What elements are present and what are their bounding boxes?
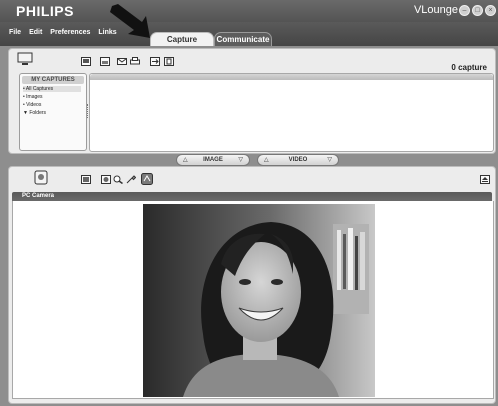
triangle-up-icon: △ — [264, 157, 269, 163]
captures-area-header — [90, 74, 493, 80]
sidebar-title: MY CAPTURES — [22, 76, 84, 84]
menu-edit[interactable]: Edit — [29, 29, 42, 36]
minimize-icon[interactable]: – — [459, 5, 470, 16]
tab-communicate[interactable]: Communicate — [214, 32, 272, 46]
maximize-icon[interactable]: □ — [472, 5, 483, 16]
eject-icon[interactable] — [480, 175, 490, 184]
sidebar-item-videos[interactable]: • Videos — [23, 102, 41, 108]
export-icon[interactable] — [150, 57, 160, 66]
sidebar-item-images[interactable]: • Images — [23, 94, 43, 100]
zoom-icon[interactable] — [113, 175, 123, 184]
sidebar-item-folders[interactable]: ▼ Folders — [23, 110, 46, 116]
effects-icon[interactable] — [141, 173, 153, 185]
monitor-icon[interactable] — [17, 52, 33, 66]
image-capture-icon[interactable] — [81, 57, 91, 66]
captures-area — [89, 73, 494, 152]
menu-file[interactable]: File — [9, 29, 21, 36]
trash-icon[interactable] — [164, 57, 174, 66]
triangle-down-icon: ▽ — [327, 157, 332, 163]
snapshot-icon[interactable] — [81, 175, 91, 184]
tab-capture[interactable]: Capture — [150, 32, 214, 46]
camera-title-bar: PC Camera — [12, 192, 492, 201]
menu-preferences[interactable]: Preferences — [50, 29, 90, 36]
image-mode-button[interactable]: △ IMAGE ▽ — [176, 154, 250, 166]
capture-count: 0 capture — [451, 63, 487, 72]
settings-icon[interactable] — [126, 175, 136, 184]
video-mode-button[interactable]: △ VIDEO ▽ — [257, 154, 339, 166]
mode-divider: △ IMAGE ▽ △ VIDEO ▽ — [0, 154, 498, 166]
captures-panel: 0 capture MY CAPTURES • All Captures • I… — [8, 48, 496, 154]
photo-icon[interactable] — [101, 175, 111, 184]
camera-viewport — [12, 201, 494, 399]
save-icon[interactable] — [100, 57, 110, 66]
email-icon[interactable] — [117, 57, 127, 66]
triangle-up-icon: △ — [183, 157, 188, 163]
window-controls: – □ × — [459, 5, 496, 16]
vlounge-window: PHILIPS VLounge – □ × File Edit Preferen… — [0, 0, 498, 406]
camera-feed-image — [143, 204, 375, 397]
close-icon[interactable]: × — [485, 5, 496, 16]
brand-logo: PHILIPS — [16, 3, 74, 19]
camera-panel: PC Camera — [8, 166, 496, 404]
triangle-down-icon: ▽ — [238, 157, 243, 163]
print-icon[interactable] — [130, 57, 140, 66]
title-bar: PHILIPS VLounge – □ × — [0, 0, 498, 22]
sidebar-item-all-captures[interactable]: • All Captures — [23, 86, 81, 92]
app-title: VLounge — [413, 4, 458, 16]
my-captures-sidebar: MY CAPTURES • All Captures • Images • Vi… — [19, 73, 88, 151]
webcam-icon[interactable] — [34, 170, 48, 186]
